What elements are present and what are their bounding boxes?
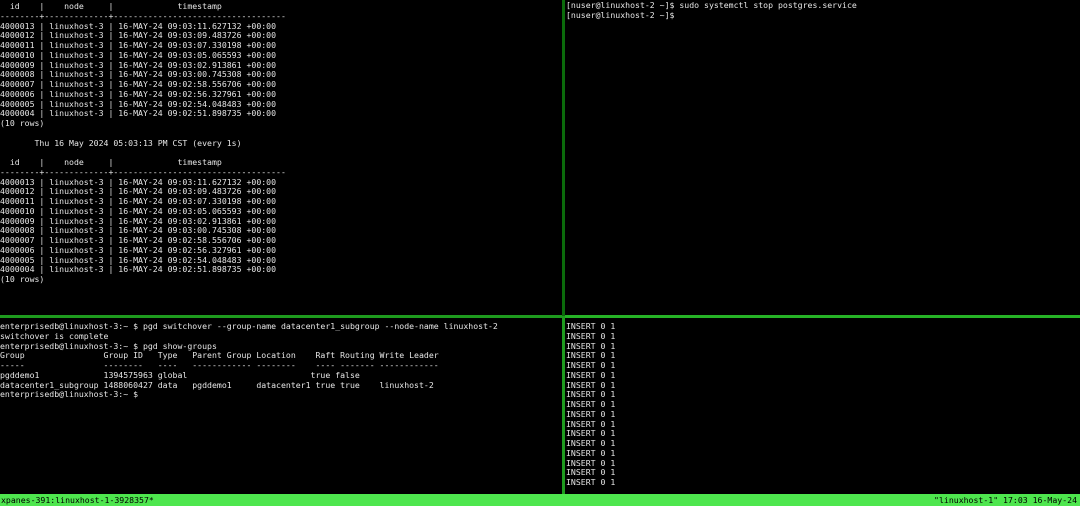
pane-divider-horizontal-left[interactable]: [0, 315, 562, 318]
pane-divider-vertical-top[interactable]: [562, 0, 565, 316]
terminal-output: INSERT 0 1 INSERT 0 1 INSERT 0 1 INSERT …: [566, 321, 616, 487]
terminal-output: id | node | timestamp --------+---------…: [0, 1, 286, 284]
terminal-output: [nuser@linuxhost-2 ~]$ sudo systemctl st…: [566, 0, 857, 20]
pane-divider-vertical-bottom[interactable]: [562, 316, 565, 494]
terminal-pane-bottom-left[interactable]: enterprisedb@linuxhost-3:~ $ pgd switcho…: [0, 318, 562, 494]
terminal-output: enterprisedb@linuxhost-3:~ $ pgd switcho…: [0, 321, 498, 400]
terminal-pane-bottom-right[interactable]: INSERT 0 1 INSERT 0 1 INSERT 0 1 INSERT …: [565, 318, 1080, 494]
pane-divider-horizontal-right[interactable]: [565, 315, 1080, 318]
terminal-pane-top-left[interactable]: id | node | timestamp --------+---------…: [0, 0, 562, 315]
tmux-status-bar: xpanes-391:linuxhost-1-3928357* "linuxho…: [0, 494, 1080, 506]
terminal-pane-top-right[interactable]: [nuser@linuxhost-2 ~]$ sudo systemctl st…: [565, 0, 1080, 315]
status-host-time: "linuxhost-1" 17:03 16-May-24: [934, 495, 1077, 505]
status-session-name: xpanes-391:linuxhost-1-3928357*: [1, 495, 154, 505]
